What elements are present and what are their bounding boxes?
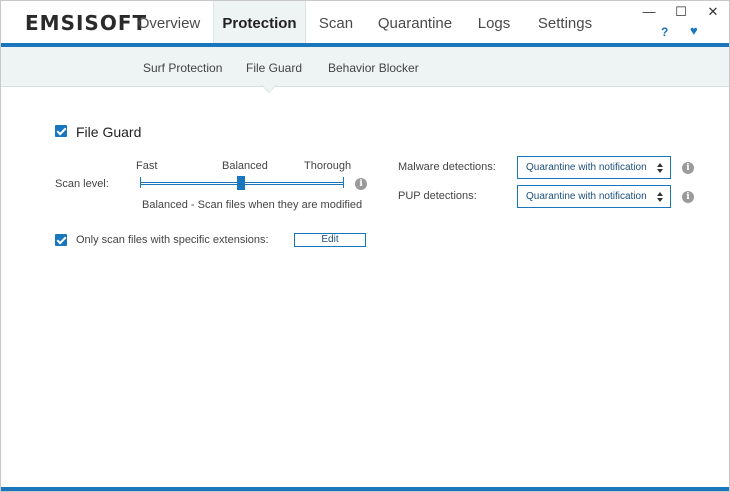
tab-protection[interactable]: Protection [213,1,306,43]
scan-level-label: Scan level: [55,178,109,190]
tab-settings[interactable]: Settings [529,1,601,43]
tab-quarantine[interactable]: Quarantine [371,1,459,43]
subtab-file-guard[interactable]: File Guard [246,61,302,75]
extensions-checkbox[interactable] [55,234,67,246]
slider-tick-label-balanced: Balanced [222,160,268,172]
slider-tick-label-fast: Fast [136,160,158,172]
tab-overview[interactable]: Overview [125,1,213,43]
active-subtab-caret-fill [262,85,276,92]
heart-icon[interactable]: ♥ [690,23,698,38]
scan-level-info-icon[interactable]: i [355,178,367,190]
pup-detections-label: PUP detections: [398,190,477,202]
help-icon[interactable]: ? [661,25,668,39]
sub-navigation: Surf Protection File Guard Behavior Bloc… [1,47,729,87]
slider-tick-right [343,177,344,188]
extensions-label: Only scan files with specific extensions… [76,234,269,246]
pup-detections-info-icon[interactable]: i [682,191,694,203]
close-icon[interactable]: ✕ [699,3,727,21]
malware-detections-label: Malware detections: [398,161,496,173]
tab-logs[interactable]: Logs [469,1,519,43]
subtab-behavior-blocker[interactable]: Behavior Blocker [328,61,419,75]
minimize-icon[interactable]: — [635,3,663,21]
select-arrows-icon [657,163,664,173]
bottom-accent-bar [1,487,729,491]
file-guard-checkbox[interactable] [55,125,67,137]
tab-scan[interactable]: Scan [306,1,366,43]
slider-tick-left [140,177,141,188]
scan-level-description: Balanced - Scan files when they are modi… [142,199,363,211]
subtab-surf-protection[interactable]: Surf Protection [143,61,222,75]
select-arrows-icon [657,192,664,202]
app-window: EMSISOFT Overview Protection Scan Quaran… [0,0,730,492]
pup-detections-select[interactable]: Quarantine with notification [517,185,671,208]
scan-level-slider-handle[interactable] [237,176,245,190]
edit-extensions-button[interactable]: Edit [294,233,366,247]
maximize-icon[interactable]: ☐ [667,3,695,21]
slider-tick-label-thorough: Thorough [304,160,352,172]
title-bar: EMSISOFT Overview Protection Scan Quaran… [1,1,729,43]
file-guard-label: File Guard [76,124,142,140]
malware-detections-info-icon[interactable]: i [682,162,694,174]
malware-detections-value: Quarantine with notification [526,162,647,173]
pup-detections-value: Quarantine with notification [526,191,647,202]
malware-detections-select[interactable]: Quarantine with notification [517,156,671,179]
